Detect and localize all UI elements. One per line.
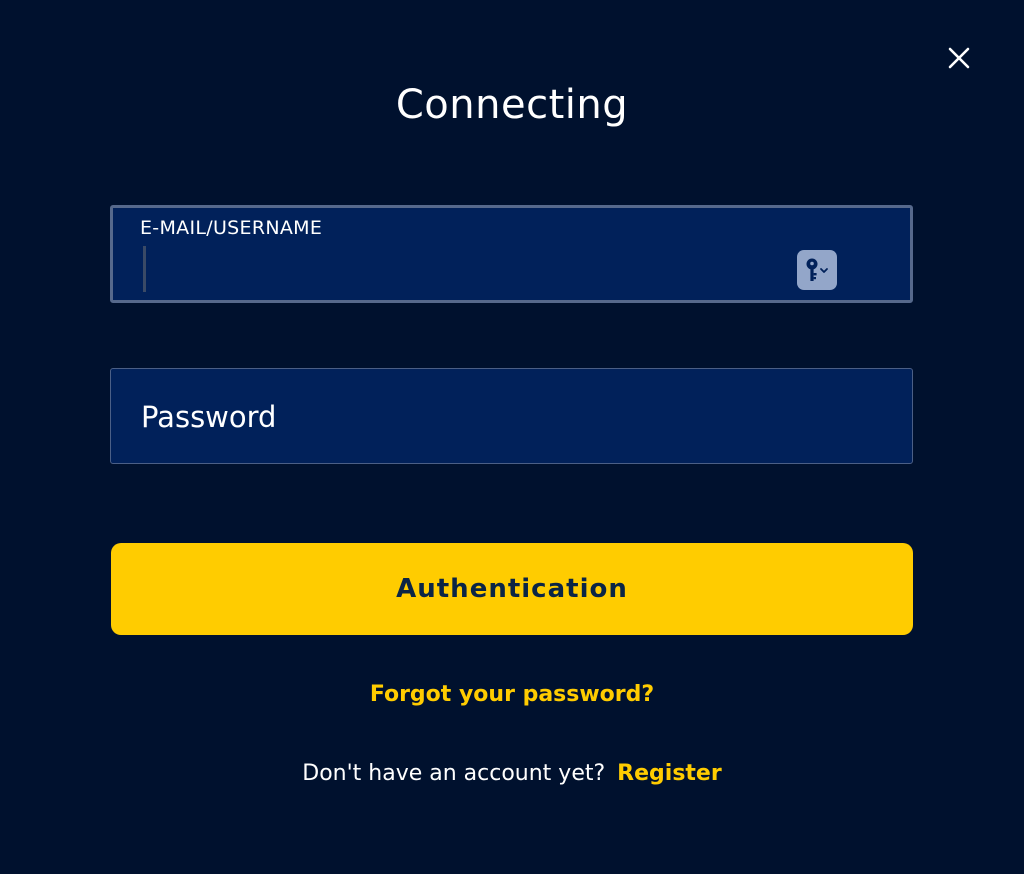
register-row: Don't have an account yet? Register [0, 761, 1024, 786]
password-manager-button[interactable] [797, 250, 837, 290]
close-button[interactable] [944, 43, 974, 73]
modal-title: Connecting [395, 82, 629, 128]
close-icon [948, 47, 970, 69]
key-icon [806, 258, 828, 281]
email-field[interactable]: E-MAIL/USERNAME [110, 205, 913, 303]
email-field-label: E-MAIL/USERNAME [140, 217, 323, 239]
password-field[interactable] [110, 368, 913, 464]
text-caret [143, 246, 146, 292]
login-modal: Connecting E-MAIL/USERNAME Authenticatio… [0, 0, 1024, 874]
register-prompt: Don't have an account yet? [302, 761, 606, 786]
authentication-button[interactable]: Authentication [111, 543, 913, 635]
register-link[interactable]: Register [617, 761, 722, 786]
email-input[interactable] [149, 244, 793, 296]
forgot-password-link[interactable]: Forgot your password? [0, 682, 1024, 707]
password-input[interactable] [139, 369, 883, 464]
